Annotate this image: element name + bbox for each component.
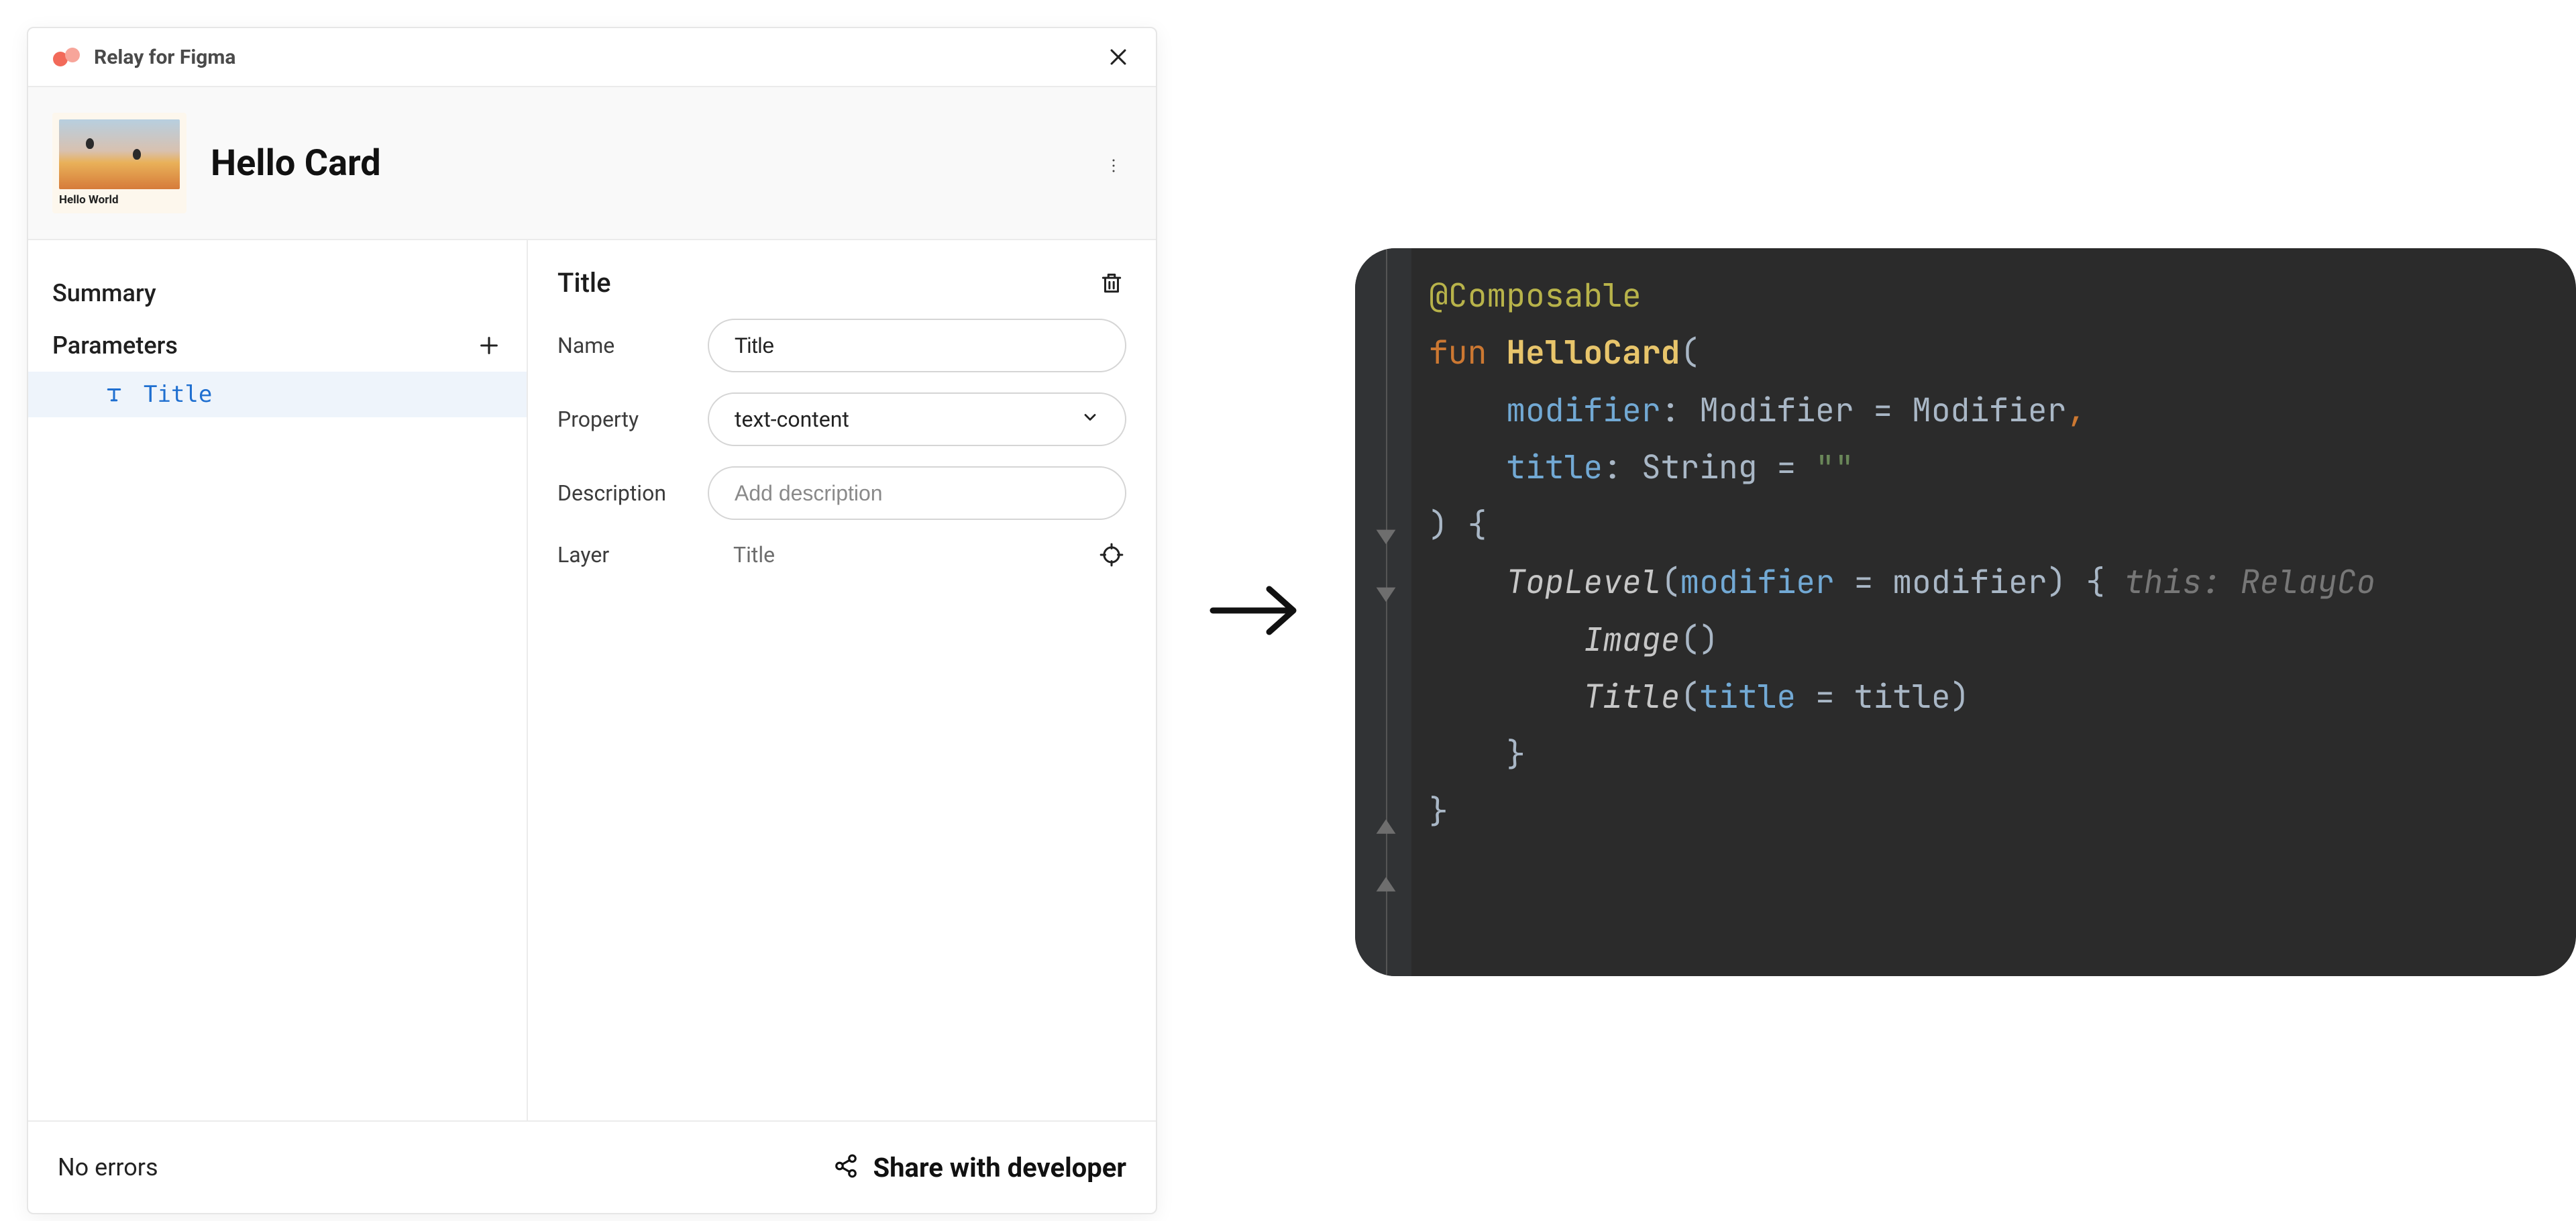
field-layer-row: Layer Title <box>557 540 1126 570</box>
code-token: } <box>1506 733 1525 776</box>
close-icon[interactable] <box>1105 44 1132 70</box>
code-token: modifier <box>1506 389 1660 431</box>
code-token: Modifier <box>1912 389 2066 431</box>
delete-icon[interactable] <box>1097 268 1126 298</box>
plugin-titlebar: Relay for Figma <box>28 28 1156 87</box>
panel-body: Summary Parameters <box>28 240 1156 1120</box>
plugin-title: Relay for Figma <box>94 46 235 69</box>
detail-heading: Title <box>557 267 611 299</box>
locate-layer-icon[interactable] <box>1097 540 1126 570</box>
property-label: Property <box>557 407 692 432</box>
code-token: fun <box>1429 331 1487 374</box>
code-gutter <box>1355 248 1411 976</box>
parameters-label: Parameters <box>52 331 178 360</box>
field-property-row: Property text-content <box>557 392 1126 446</box>
layer-label: Layer <box>557 542 692 568</box>
generated-code-card: @Composable fun HelloCard( modifier: Mod… <box>1355 248 2576 976</box>
parameter-name: Title <box>144 381 212 408</box>
fold-marker-icon[interactable] <box>1374 872 1398 896</box>
description-input[interactable] <box>708 466 1126 520</box>
code-token: modifier <box>1680 561 1834 603</box>
panel-footer: No errors Share with developer <box>28 1120 1156 1213</box>
description-label: Description <box>557 480 692 506</box>
sidebar: Summary Parameters <box>28 240 528 1120</box>
share-icon <box>833 1153 859 1181</box>
card-header: Hello World Hello Card <box>28 87 1156 240</box>
code-token: Title <box>1583 676 1680 718</box>
parameter-item-title[interactable]: Title <box>28 372 527 417</box>
code-token: TopLevel <box>1506 561 1660 603</box>
property-select[interactable]: text-content <box>708 392 1126 446</box>
code-token: ( <box>1680 331 1699 374</box>
text-type-icon <box>102 384 126 405</box>
summary-label: Summary <box>52 279 156 307</box>
field-name-row: Name <box>557 319 1126 372</box>
code-content: @Composable fun HelloCard( modifier: Mod… <box>1411 248 2576 976</box>
sidebar-parameters-header: Parameters <box>28 319 527 372</box>
code-token: @Composable <box>1429 274 1642 317</box>
code-token: title <box>1699 676 1796 718</box>
relay-plugin-panel: Relay for Figma Hello World Hello Card <box>27 27 1157 1214</box>
chevron-down-icon <box>1081 407 1099 432</box>
property-value: text-content <box>735 407 849 432</box>
code-token: "" <box>1815 446 1854 488</box>
fold-marker-icon[interactable] <box>1374 585 1398 609</box>
arrow-right-icon <box>1208 577 1301 644</box>
code-token: HelloCard <box>1506 331 1680 374</box>
code-token: title <box>1506 446 1603 488</box>
fold-marker-icon[interactable] <box>1374 527 1398 551</box>
thumbnail-image <box>59 119 180 189</box>
field-description-row: Description <box>557 466 1126 520</box>
card-thumbnail: Hello World <box>52 113 186 213</box>
detail-header: Title <box>557 267 1126 299</box>
code-token: Modifier <box>1699 389 1854 431</box>
sidebar-summary[interactable]: Summary <box>28 267 527 319</box>
code-token: } <box>1429 790 1448 833</box>
name-label: Name <box>557 333 692 358</box>
code-token: Image <box>1583 619 1680 661</box>
relay-logo-icon <box>52 47 82 67</box>
add-parameter-button[interactable] <box>476 332 502 359</box>
card-title: Hello Card <box>211 142 381 184</box>
share-label: Share with developer <box>873 1152 1126 1183</box>
parameter-detail: Title Name Property text-content <box>528 240 1156 1120</box>
code-inline-hint: this: RelayCo <box>2125 561 2375 603</box>
fold-marker-icon[interactable] <box>1374 814 1398 839</box>
code-token: ) { <box>1429 504 1487 546</box>
code-token: String <box>1642 446 1758 488</box>
thumbnail-caption: Hello World <box>59 193 180 207</box>
overflow-menu-icon[interactable] <box>1099 147 1132 179</box>
layer-value: Title <box>708 542 1081 568</box>
name-input[interactable] <box>708 319 1126 372</box>
share-with-developer-button[interactable]: Share with developer <box>833 1152 1126 1183</box>
error-status: No errors <box>58 1153 158 1181</box>
